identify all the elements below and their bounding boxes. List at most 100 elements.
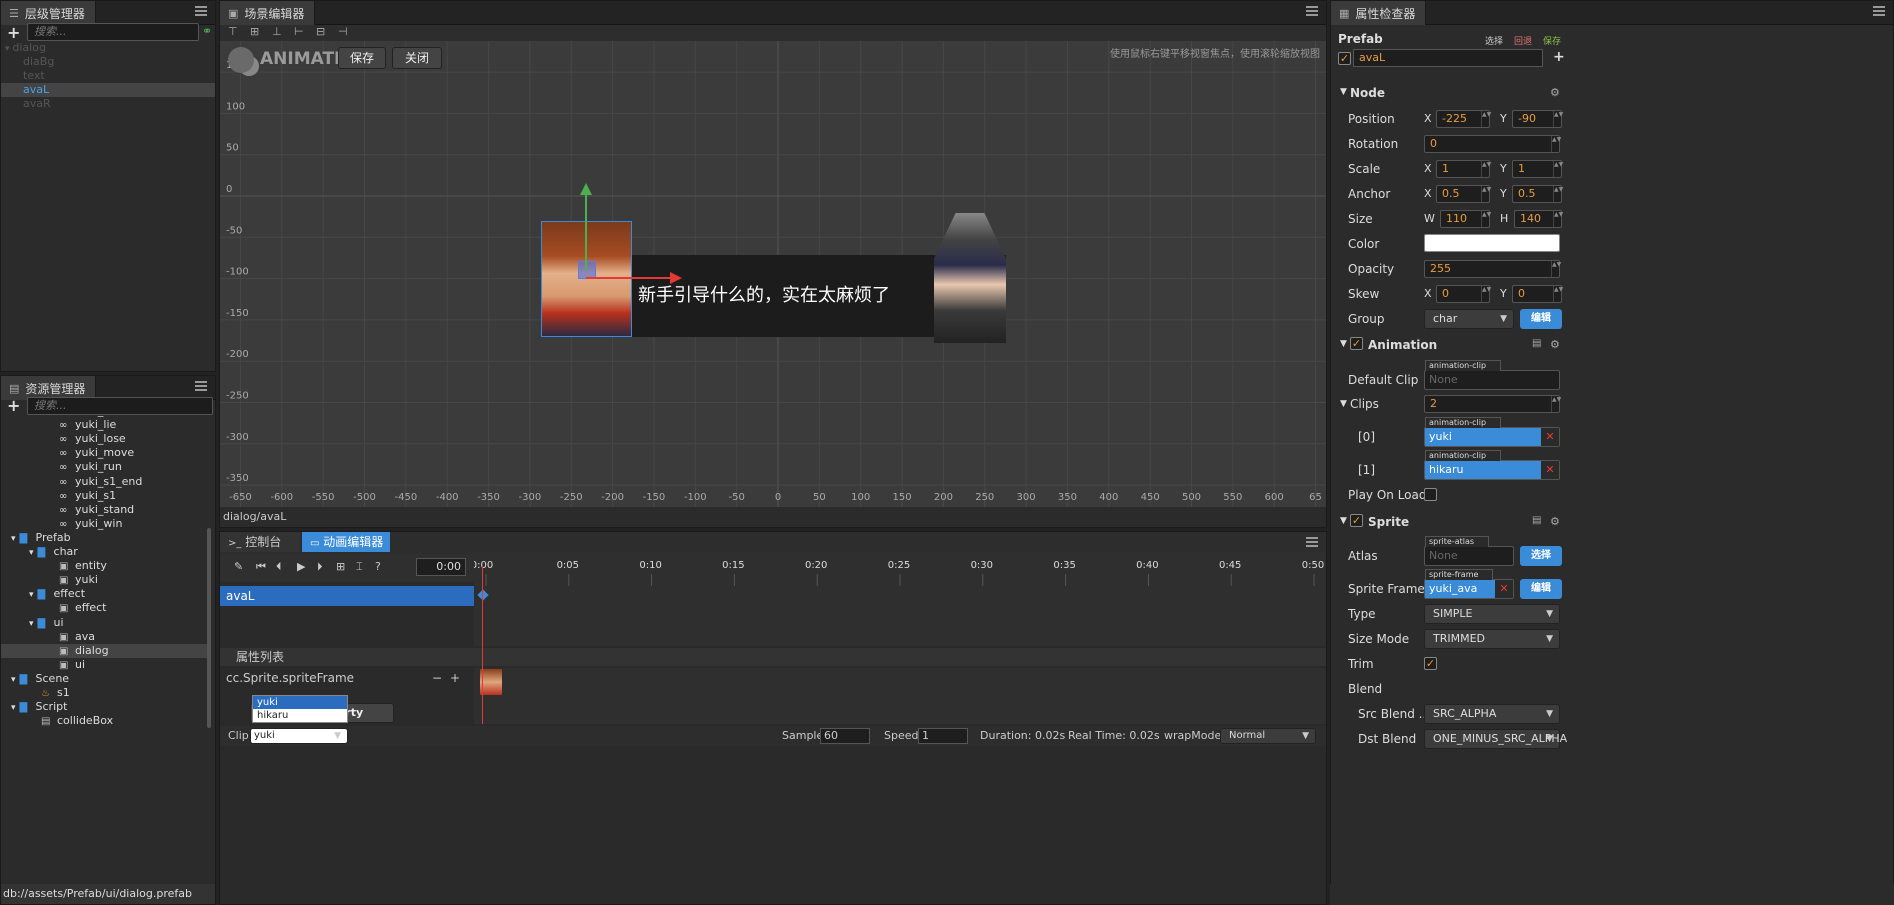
asset-item[interactable]: ▣ effect (1, 601, 207, 615)
property-row[interactable]: cc.Sprite.spriteFrame − + (220, 668, 474, 688)
edit-group-button[interactable]: 编辑 (1520, 309, 1562, 329)
size-w-input[interactable]: 110 ▲▼ (1440, 210, 1491, 228)
asset-item[interactable]: ▾ ▇ Scene (1, 672, 207, 686)
asset-item[interactable]: ▾ ▇ Script (1, 700, 207, 714)
dropdown-option-yuki[interactable]: yuki (253, 696, 347, 709)
asset-item[interactable]: ∞ yuki_lie (1, 418, 207, 432)
node-track[interactable] (474, 586, 1326, 646)
stepper-icon[interactable]: ▲▼ (1553, 286, 1563, 302)
caret-down-icon[interactable]: ▾ (11, 534, 16, 544)
add-node-button[interactable]: + (7, 23, 20, 42)
wrap-mode-select[interactable]: Normal (1220, 728, 1316, 744)
align-vcenter-icon[interactable]: ⊞ (250, 25, 259, 38)
align-top-icon[interactable]: ⊤ (228, 25, 238, 38)
stepper-icon[interactable]: ▲▼ (1553, 161, 1563, 177)
first-frame-icon[interactable]: ⏮ (256, 560, 266, 574)
skew-y-input[interactable]: 0 ▲▼ (1512, 285, 1563, 303)
trim-checkbox[interactable]: ✓ (1424, 657, 1437, 670)
select-prefab-link[interactable]: 选择 (1485, 34, 1503, 47)
next-frame-icon[interactable]: ⏵ (317, 560, 323, 574)
property-track[interactable] (474, 668, 1326, 724)
stepper-icon[interactable]: ▲▼ (1481, 211, 1491, 227)
caret-down-icon[interactable]: ▾ (11, 703, 16, 713)
tab-inspector[interactable]: ▦ 属性检查器 (1331, 1, 1427, 25)
caret-down-icon[interactable]: ▼ (1340, 399, 1347, 409)
scale-y-input[interactable]: 1 ▲▼ (1512, 160, 1563, 178)
atlas-field[interactable]: sprite-atlas None (1424, 536, 1514, 566)
clear-icon[interactable]: ✕ (1541, 428, 1559, 446)
panel-menu-icon[interactable] (1306, 6, 1318, 16)
rotation-input[interactable]: 0 ▲▼ (1424, 135, 1561, 153)
prev-frame-icon[interactable]: ⏴ (276, 560, 282, 574)
group-select[interactable]: char ▼ (1424, 309, 1514, 329)
asset-item[interactable]: ∞ yuki_run (1, 460, 207, 474)
default-clip-field[interactable]: animation-clip None (1424, 360, 1560, 390)
asset-item[interactable]: ▣ entity (1, 559, 207, 573)
asset-item[interactable]: ▾ ▇ char (1, 545, 207, 559)
edit-sprite-button[interactable]: 编辑 (1520, 579, 1562, 599)
speed-input[interactable]: 1 (918, 728, 968, 744)
sample-input[interactable]: 60 (820, 728, 870, 744)
hierarchy-node[interactable]: text (1, 69, 215, 83)
node-name-input[interactable]: avaL (1353, 49, 1543, 67)
stepper-icon[interactable]: ▲▼ (1481, 161, 1491, 177)
position-x-input[interactable]: -225 ▲▼ (1436, 110, 1491, 128)
tab-hierarchy[interactable]: ☰ 层级管理器 (1, 1, 96, 25)
dst-blend-select[interactable]: ONE_MINUS_SRC_ALPHA ▼ (1424, 729, 1567, 749)
stepper-icon[interactable]: ▲▼ (1481, 186, 1491, 202)
current-time-input[interactable]: 0:00 (416, 558, 466, 576)
anchor-x-input[interactable]: 0.5 ▲▼ (1436, 185, 1491, 203)
align-hcenter-icon[interactable]: ⊟ (316, 25, 325, 38)
stepper-icon[interactable]: ▲▼ (1551, 261, 1561, 277)
clips-count-input[interactable]: 2 ▲▼ (1424, 395, 1561, 413)
settings-icon[interactable]: ⚙ (1550, 86, 1560, 99)
skew-x-input[interactable]: 0 ▲▼ (1436, 285, 1491, 303)
docs-icon[interactable]: ▤ (1532, 515, 1541, 526)
stepper-icon[interactable]: ▲▼ (1553, 186, 1563, 202)
save-button[interactable]: 保存 (338, 47, 386, 69)
caret-down-icon[interactable]: ▾ (11, 675, 16, 685)
type-select[interactable]: SIMPLE ▼ (1424, 604, 1560, 624)
asset-item[interactable]: ▣ dialog (1, 643, 207, 658)
anchor-y-input[interactable]: 0.5 ▲▼ (1512, 185, 1563, 203)
asset-item[interactable]: ▾ ▇ Prefab (1, 531, 207, 545)
tab-animation-editor[interactable]: ▭ 动画编辑器 (302, 532, 390, 552)
hierarchy-node[interactable]: avaL (1, 83, 215, 97)
asset-item[interactable]: ▣ yuki (1, 573, 207, 587)
position-y-input[interactable]: -90 ▲▼ (1512, 110, 1563, 128)
sprite-keyframe-thumbnail[interactable] (480, 669, 502, 695)
caret-down-icon[interactable]: ▾ (29, 619, 34, 629)
add-asset-button[interactable]: + (7, 396, 20, 415)
node-active-checkbox[interactable]: ✓ (1338, 52, 1351, 65)
select-atlas-button[interactable]: 选择 (1520, 546, 1562, 566)
scrollbar[interactable] (207, 528, 211, 728)
clip1-field[interactable]: animation-clip hikaru ✕ (1424, 450, 1560, 480)
color-swatch[interactable] (1424, 234, 1560, 252)
panel-menu-icon[interactable] (1873, 6, 1885, 16)
asset-item[interactable]: ▤ collideBox (1, 714, 207, 728)
gizmo-y-axis[interactable] (585, 191, 587, 271)
stepper-icon[interactable]: ▲▼ (1481, 111, 1491, 127)
stepper-icon[interactable]: ▲▼ (1553, 211, 1563, 227)
link-icon[interactable]: ⚭ (202, 24, 212, 38)
tab-scene-editor[interactable]: ▣ 场景编辑器 (220, 1, 316, 25)
asset-item[interactable]: ∞ yuki_s1 (1, 489, 207, 503)
sprite-frame-field[interactable]: sprite-frame yuki_ava ✕ (1424, 569, 1514, 599)
asset-item[interactable]: ▾ ▇ effect (1, 587, 207, 601)
scene-viewport[interactable]: 150100500-50-100-150-200-250-300-350-650… (220, 41, 1326, 507)
sprite-section-header[interactable]: ▼ ✓ Sprite ▤ ⚙ (1340, 513, 1888, 535)
hierarchy-node[interactable]: ▾ dialog (1, 41, 215, 55)
clear-icon[interactable]: ✕ (1541, 461, 1559, 479)
asset-item[interactable]: ∞ yuki_move (1, 446, 207, 460)
hierarchy-node[interactable]: diaBg (1, 55, 215, 69)
add-event-icon[interactable]: ⌶ (356, 560, 363, 574)
dialog-text[interactable]: 新手引导什么的，实在太麻烦了 (638, 281, 890, 307)
edit-mode-icon[interactable]: ✎ (234, 560, 243, 573)
add-key-icon[interactable]: + (450, 668, 460, 688)
asset-item[interactable]: ▣ ava (1, 630, 207, 644)
gizmo-x-axis[interactable] (586, 277, 672, 279)
revert-prefab-link[interactable]: 回退 (1514, 34, 1532, 47)
asset-item[interactable]: ∞ yuki_s1_end (1, 475, 207, 489)
sprite-enabled-checkbox[interactable]: ✓ (1350, 514, 1363, 527)
help-icon[interactable]: ? (375, 560, 381, 573)
